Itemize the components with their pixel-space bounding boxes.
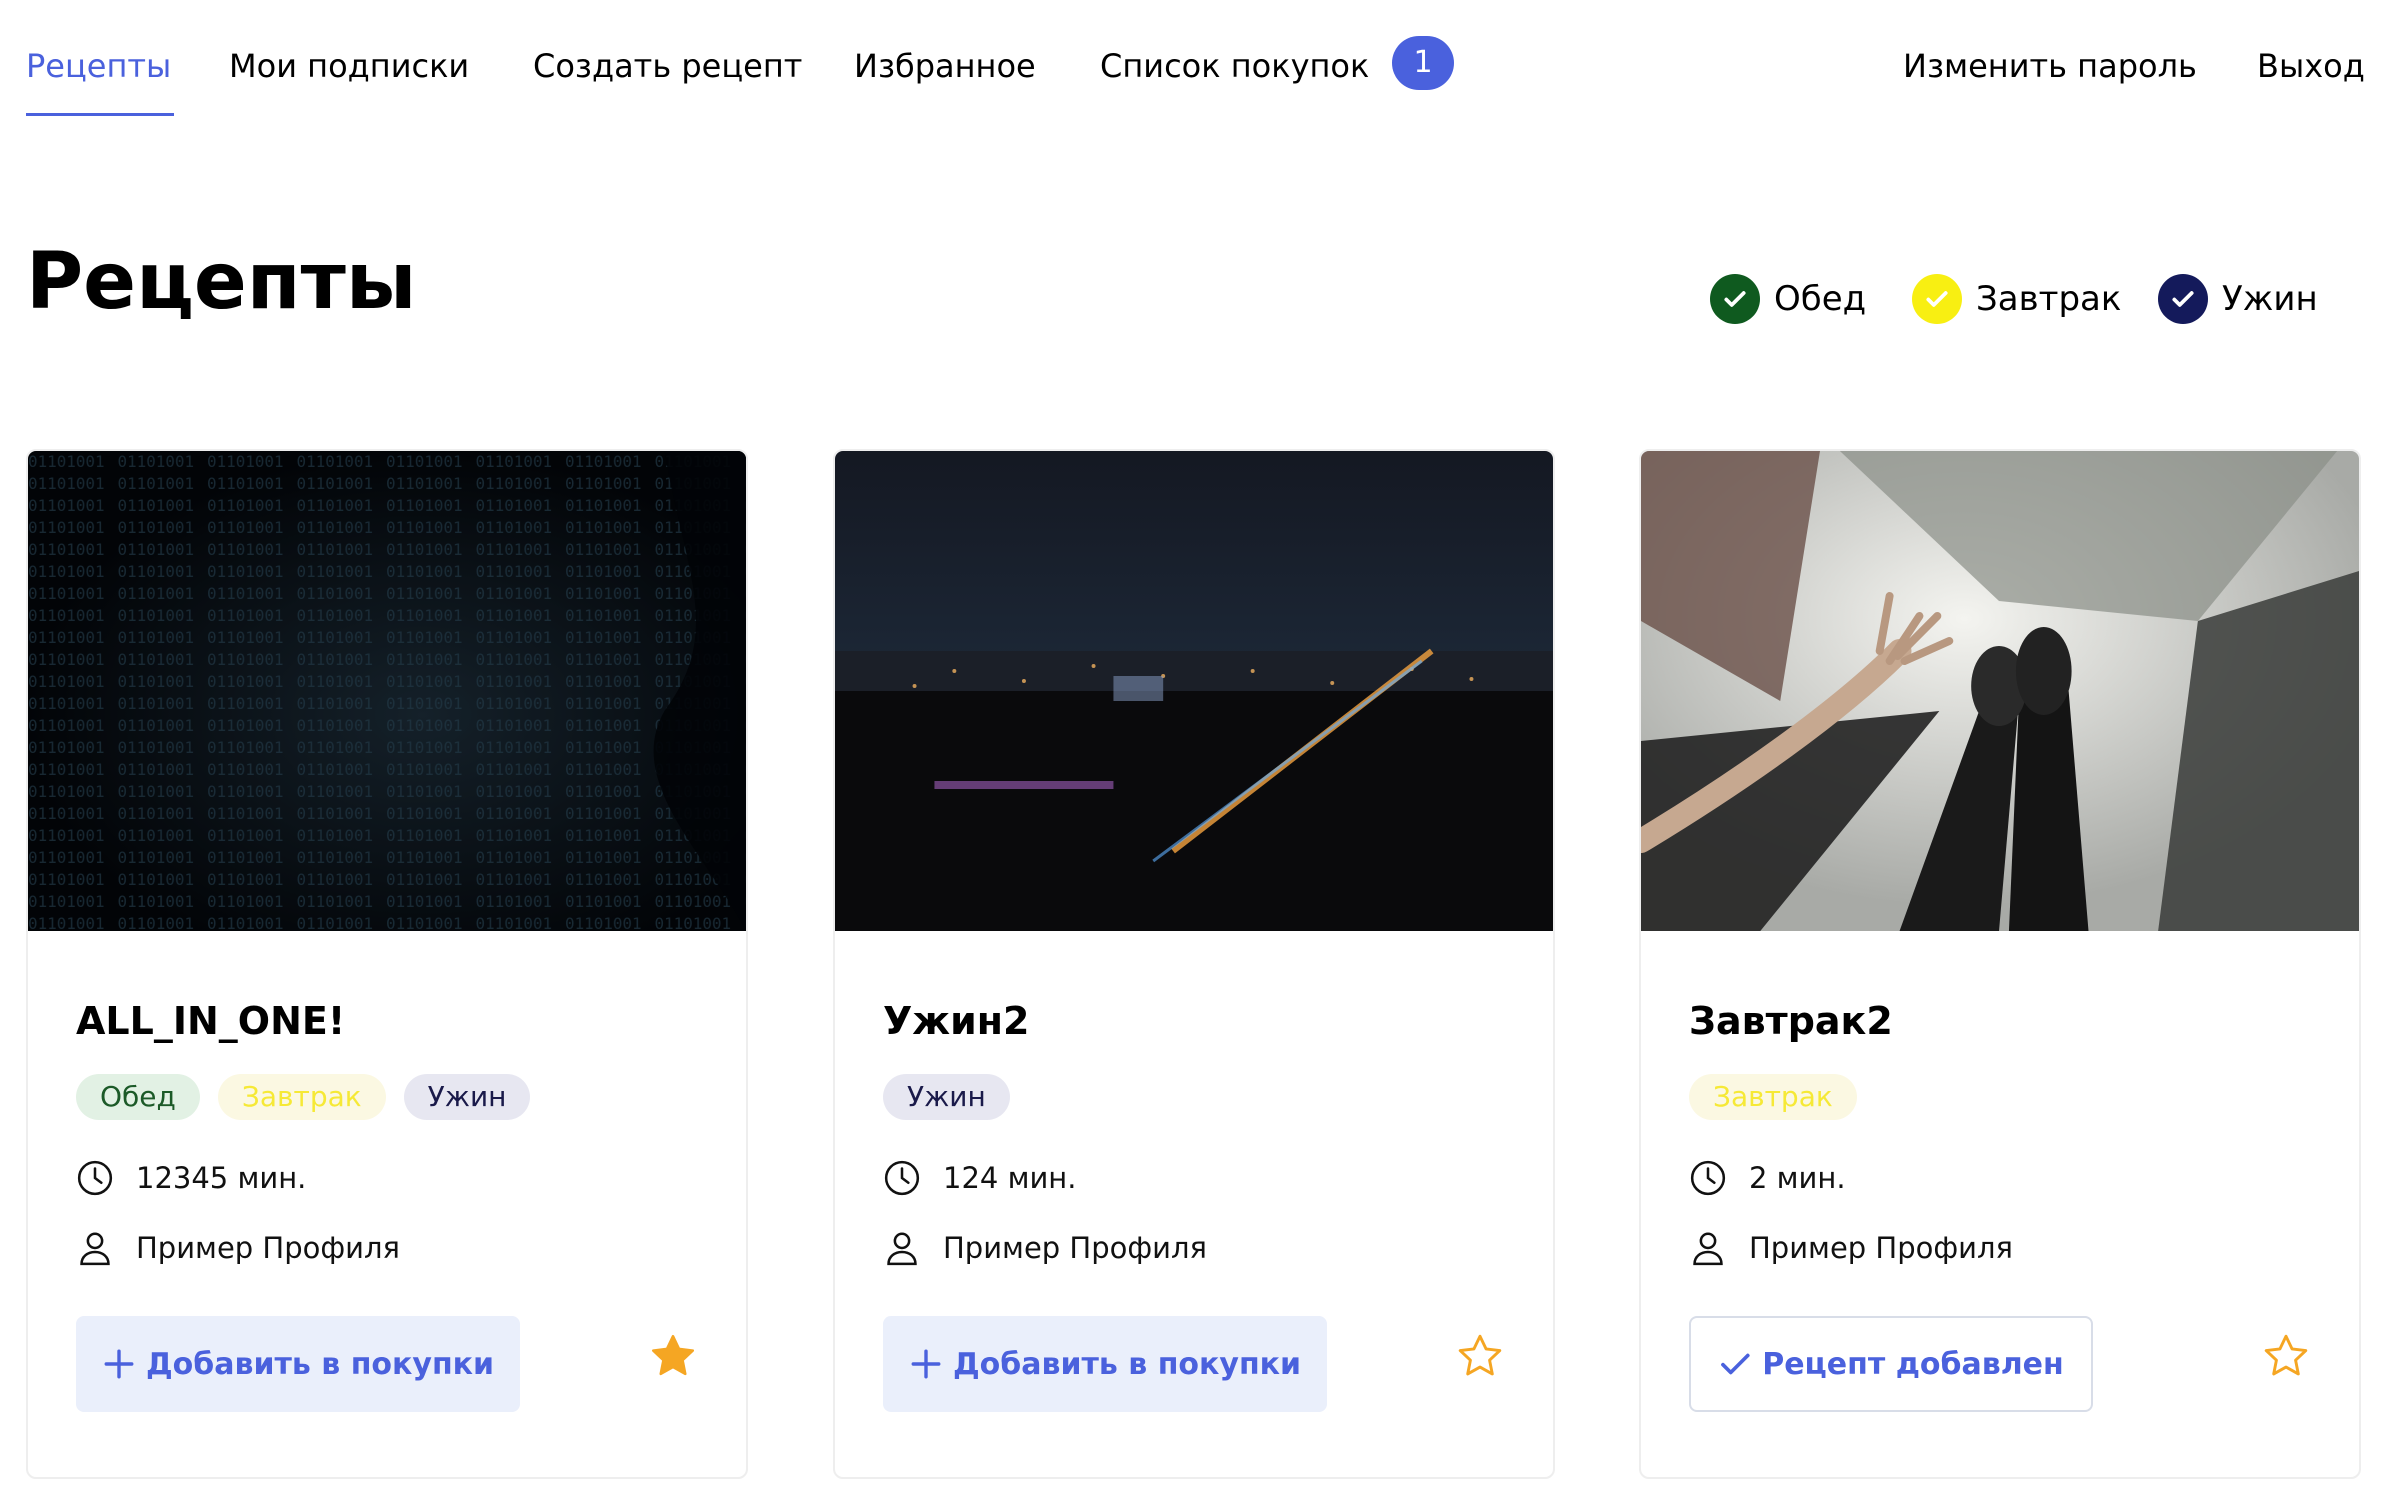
user-icon — [1693, 1232, 1723, 1266]
favorite-star-icon[interactable] — [648, 1331, 698, 1381]
plus-icon — [909, 1347, 943, 1381]
nav-favorites[interactable]: Избранное — [854, 44, 1036, 88]
nav-create-recipe[interactable]: Создать рецепт — [533, 44, 802, 88]
recipe-image-falling[interactable] — [1641, 451, 2359, 931]
tag-lunch: Обед — [76, 1074, 200, 1120]
add-to-shopping-label: Добавить в покупки — [952, 1346, 1302, 1382]
nav-shopping-list[interactable]: Список покупок — [1100, 44, 1369, 88]
plus-icon — [102, 1347, 136, 1381]
recipe-image-night-city[interactable] — [835, 451, 1553, 931]
page-title: Рецепты — [26, 237, 417, 327]
user-icon — [887, 1232, 917, 1266]
filter-breakfast[interactable]: Завтрак — [1912, 272, 2121, 326]
filter-label: Обед — [1774, 279, 1867, 319]
recipe-card: Завтрак2 Завтрак 2 мин. Пример Профиля Р… — [1639, 449, 2361, 1479]
recipe-image-binary-face[interactable]: 01101001 — [28, 451, 746, 931]
recipe-added-label: Рецепт добавлен — [1762, 1346, 2064, 1382]
recipe-time-text: 124 мин. — [943, 1161, 1077, 1195]
clock-icon — [77, 1160, 113, 1196]
filter-lunch[interactable]: Обед — [1710, 272, 1866, 326]
shopping-count-badge: 1 — [1392, 36, 1454, 90]
check-icon — [1912, 274, 1962, 324]
recipe-tags: Завтрак — [1689, 1074, 1857, 1120]
recipe-author-text[interactable]: Пример Профиля — [1749, 1231, 2013, 1265]
recipe-time: 12345 мин. — [76, 1159, 306, 1197]
nav-logout[interactable]: Выход — [2257, 44, 2365, 88]
check-icon — [1710, 274, 1760, 324]
tag-breakfast: Завтрак — [217, 1074, 386, 1120]
recipe-title[interactable]: Завтрак2 — [1689, 999, 1893, 1043]
nav-subscriptions[interactable]: Мои подписки — [229, 44, 469, 88]
top-navigation: Рецепты Мои подписки Создать рецепт Избр… — [0, 0, 2398, 120]
recipe-tags: Ужин — [883, 1074, 1010, 1120]
filter-dinner[interactable]: Ужин — [2158, 272, 2318, 326]
recipe-author: Пример Профиля — [883, 1229, 1207, 1267]
nav-recipes[interactable]: Рецепты — [26, 44, 171, 88]
nav-active-underline — [26, 113, 174, 116]
recipe-title[interactable]: Ужин2 — [883, 999, 1029, 1043]
add-to-shopping-label: Добавить в покупки — [145, 1346, 495, 1382]
recipe-title[interactable]: ALL_IN_ONE! — [76, 999, 345, 1043]
favorite-star-outline-icon[interactable] — [2261, 1331, 2311, 1381]
clock-icon — [884, 1160, 920, 1196]
add-to-shopping-button[interactable]: Добавить в покупки — [76, 1316, 520, 1412]
recipe-added-button[interactable]: Рецепт добавлен — [1689, 1316, 2093, 1412]
recipe-author: Пример Профиля — [1689, 1229, 2013, 1267]
recipe-author-text[interactable]: Пример Профиля — [136, 1231, 400, 1265]
recipe-time: 2 мин. — [1689, 1159, 1846, 1197]
recipe-author-text[interactable]: Пример Профиля — [943, 1231, 1207, 1265]
tag-dinner: Ужин — [403, 1074, 531, 1120]
recipe-time-text: 2 мин. — [1749, 1161, 1846, 1195]
recipe-card: Ужин2 Ужин 124 мин. Пример Профиля Добав… — [833, 449, 1555, 1479]
clock-icon — [1690, 1160, 1726, 1196]
recipe-card: 01101001 ALL_IN_ONE! Обед Завтрак Ужин 1… — [26, 449, 748, 1479]
add-to-shopping-button[interactable]: Добавить в покупки — [883, 1316, 1327, 1412]
tag-dinner: Ужин — [883, 1074, 1010, 1120]
favorite-star-outline-icon[interactable] — [1455, 1331, 1505, 1381]
filter-label: Ужин — [2222, 279, 2318, 319]
recipe-time: 124 мин. — [883, 1159, 1076, 1197]
check-icon — [1718, 1347, 1752, 1381]
nav-change-password[interactable]: Изменить пароль — [1903, 44, 2197, 88]
user-icon — [80, 1232, 110, 1266]
filter-label: Завтрак — [1976, 279, 2122, 319]
recipe-author: Пример Профиля — [76, 1229, 400, 1267]
recipe-time-text: 12345 мин. — [136, 1161, 307, 1195]
tag-breakfast: Завтрак — [1689, 1074, 1857, 1120]
recipe-tags: Обед Завтрак Ужин — [76, 1074, 531, 1120]
check-icon — [2158, 274, 2208, 324]
